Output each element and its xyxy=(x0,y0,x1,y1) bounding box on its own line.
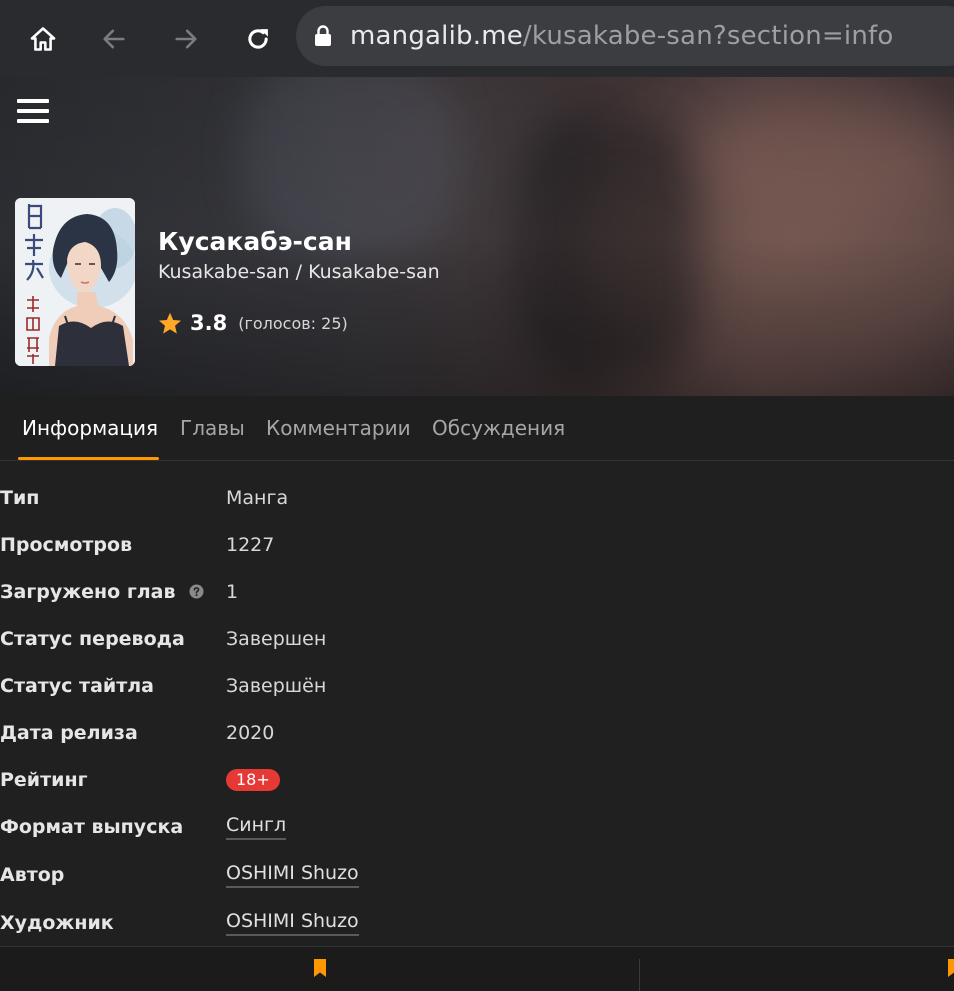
tab-chapters[interactable]: Главы xyxy=(180,396,245,460)
lock-icon xyxy=(314,25,332,47)
star-icon xyxy=(158,312,182,335)
info-label: Автор xyxy=(0,863,65,886)
url-domain: mangalib.me xyxy=(350,21,523,51)
bookmark-icon xyxy=(312,958,328,982)
info-value-wrap: OSHIMI Shuzo xyxy=(226,899,359,946)
author-link[interactable]: OSHIMI Shuzo xyxy=(226,862,359,888)
hero-overlay xyxy=(0,77,954,396)
info-label: Формат выпуска xyxy=(0,815,184,838)
title-block: Кусакабэ-сан Kusakabe-san / Kusakabe-san… xyxy=(158,225,440,335)
age-rating-badge: 18+ xyxy=(226,768,280,791)
info-row-format: Формат выпуска Сингл xyxy=(0,803,954,850)
manga-title: Кусакабэ-сан xyxy=(158,227,352,256)
secondary-action-button[interactable] xyxy=(946,947,954,991)
info-label: Просмотров xyxy=(0,533,133,556)
info-row-chapters: Загружено глав 1 xyxy=(0,568,954,615)
hamburger-menu-icon[interactable] xyxy=(17,99,49,123)
info-row-artist: Художник OSHIMI Shuzo xyxy=(0,899,954,946)
info-value: Завершен xyxy=(226,627,327,650)
info-label: Рейтинг xyxy=(0,768,88,791)
info-value: Завершён xyxy=(226,674,327,697)
url-path: /kusakabe-san?section=info xyxy=(522,21,894,51)
info-label: Загружено глав xyxy=(0,580,176,603)
info-value: Манга xyxy=(226,486,289,509)
info-value: 2020 xyxy=(226,721,275,744)
browser-toolbar: mangalib.me/kusakabe-san?section=info xyxy=(0,0,954,77)
bookmark-icon xyxy=(946,958,954,982)
info-value-wrap: OSHIMI Shuzo xyxy=(226,851,359,898)
active-tab-indicator xyxy=(18,457,159,460)
rating-votes: (голосов: 25) xyxy=(238,313,348,333)
info-row-author: Автор OSHIMI Shuzo xyxy=(0,851,954,898)
bookmark-button[interactable] xyxy=(0,947,639,991)
home-icon[interactable] xyxy=(7,0,79,77)
bottom-action-bar xyxy=(0,946,954,991)
info-label: Художник xyxy=(0,911,114,934)
info-label: Дата релиза xyxy=(0,721,138,744)
tab-comments[interactable]: Комментарии xyxy=(266,396,411,460)
artist-link[interactable]: OSHIMI Shuzo xyxy=(226,910,359,936)
info-value: 1 xyxy=(226,580,239,603)
hero-banner: Кусакабэ-сан Kusakabe-san / Kusakabe-san… xyxy=(0,77,954,396)
manga-alt-title: Kusakabe-san / Kusakabe-san xyxy=(158,261,440,283)
rating-row[interactable]: 3.8 (голосов: 25) xyxy=(158,311,440,335)
info-row-release-date: Дата релиза 2020 xyxy=(0,709,954,756)
info-label-wrap: Загружено глав xyxy=(0,568,204,615)
tab-discussions[interactable]: Обсуждения xyxy=(432,396,565,460)
info-row-age-rating: Рейтинг 18+ xyxy=(0,756,954,803)
reload-icon[interactable] xyxy=(222,0,294,77)
info-label: Статус перевода xyxy=(0,627,185,650)
arrow-left-icon[interactable] xyxy=(78,0,150,77)
info-row-type: Тип Манга xyxy=(0,474,954,521)
url-text: mangalib.me/kusakabe-san?section=info xyxy=(350,21,893,51)
divider xyxy=(639,959,640,991)
info-value-wrap: 18+ xyxy=(226,756,280,803)
question-circle-icon[interactable] xyxy=(188,584,204,599)
arrow-right-icon[interactable] xyxy=(150,0,222,77)
address-bar[interactable]: mangalib.me/kusakabe-san?section=info xyxy=(296,6,954,66)
tab-info[interactable]: Информация xyxy=(22,396,158,460)
info-label: Статус тайтла xyxy=(0,674,154,697)
section-tabs: Информация Главы Комментарии Обсуждения xyxy=(0,396,954,461)
info-value: 1227 xyxy=(226,533,275,556)
rating-value: 3.8 xyxy=(190,311,228,335)
manga-cover-image[interactable] xyxy=(15,198,135,366)
format-link[interactable]: Сингл xyxy=(226,814,287,840)
info-row-views: Просмотров 1227 xyxy=(0,521,954,568)
info-row-title-status: Статус тайтла Завершён xyxy=(0,662,954,709)
info-row-translation-status: Статус перевода Завершен xyxy=(0,615,954,662)
info-label: Тип xyxy=(0,486,40,509)
info-value-wrap: Сингл xyxy=(226,803,287,850)
